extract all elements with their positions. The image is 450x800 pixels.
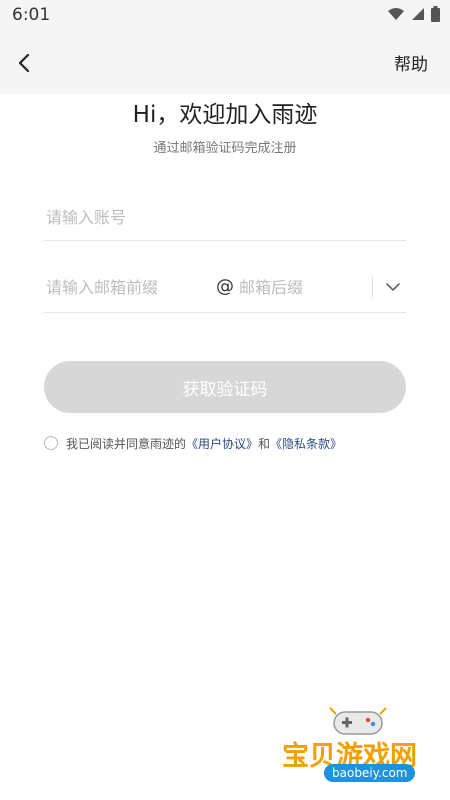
email-suffix-input[interactable] (239, 268, 369, 306)
chevron-left-icon[interactable] (14, 52, 36, 74)
agreement-row: 我已阅读并同意雨迹的 《用户协议》 和 《隐私条款》 (44, 433, 342, 453)
divider (372, 277, 373, 297)
signal-icon (412, 8, 424, 20)
watermark-domain: baobeiy.com (324, 764, 416, 782)
help-link[interactable]: 帮助 (394, 50, 428, 75)
status-time: 6:01 (12, 5, 51, 25)
agreement-and: 和 (258, 436, 271, 451)
wifi-icon (388, 8, 404, 20)
page-title: Hi，欢迎加入雨迹 (132, 102, 318, 128)
app-bar (0, 30, 450, 94)
account-input[interactable] (46, 198, 386, 236)
get-code-button[interactable]: 获取验证码 (44, 361, 406, 413)
email-field: @ (44, 268, 406, 313)
account-field (44, 198, 406, 241)
chevron-down-icon[interactable] (383, 277, 403, 297)
status-icons (387, 6, 440, 22)
email-prefix-input[interactable] (46, 268, 206, 306)
agreement-text: 我已阅读并同意雨迹的 (66, 436, 187, 451)
at-symbol: @ (216, 276, 234, 297)
page-subtitle: 通过邮箱验证码完成注册 (153, 141, 297, 156)
user-agreement-link[interactable]: 《用户协议》 (186, 435, 258, 452)
watermark-logo: 宝贝游戏网 baobeiy.com (276, 704, 446, 798)
gamepad-icon (329, 707, 387, 735)
agree-radio[interactable] (44, 436, 58, 450)
privacy-policy-link[interactable]: 《隐私条款》 (270, 435, 342, 452)
status-bar: 6:01 (0, 0, 450, 30)
battery-icon (431, 6, 440, 22)
